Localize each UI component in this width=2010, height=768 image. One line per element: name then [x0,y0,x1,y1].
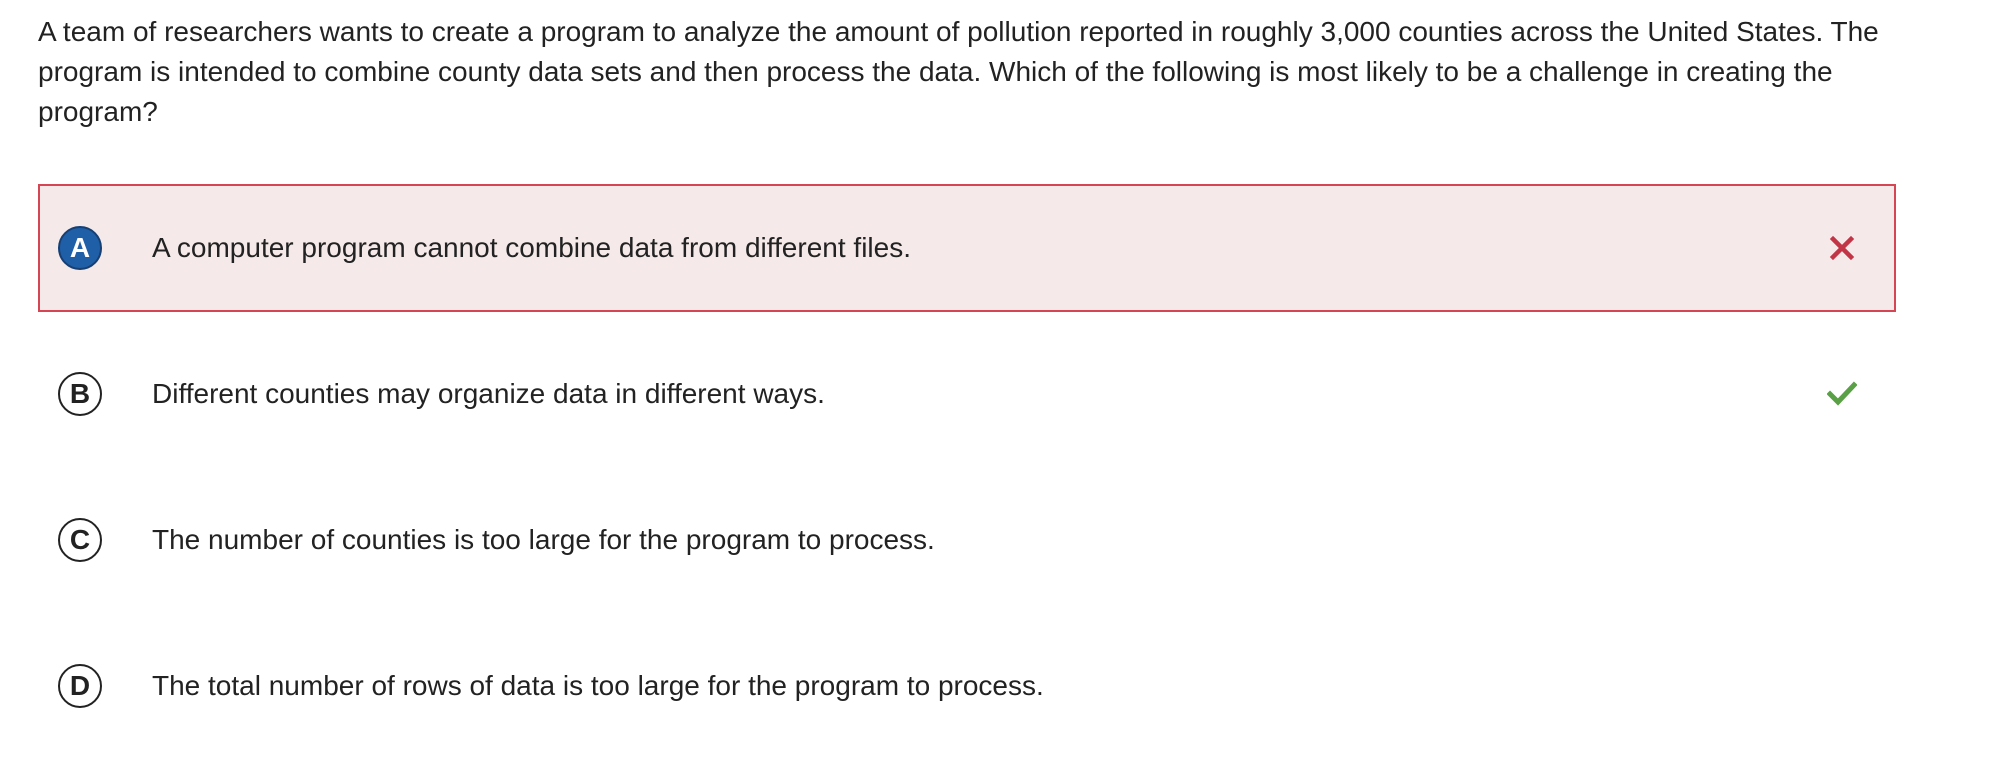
answer-choices: A A computer program cannot combine data… [38,184,1896,768]
choice-text-d: The total number of rows of data is too … [152,670,1044,701]
choice-d[interactable]: D The total number of rows of data is to… [38,622,1896,750]
x-icon [1826,232,1858,264]
choice-letter-d: D [58,664,102,708]
choice-letter-b: B [58,372,102,416]
choice-text-b: Different counties may organize data in … [152,378,825,409]
choice-text-a: A computer program cannot combine data f… [152,232,911,263]
choice-a[interactable]: A A computer program cannot combine data… [38,184,1896,312]
choice-c[interactable]: C The number of counties is too large fo… [38,476,1896,604]
check-icon [1826,378,1858,410]
choice-b[interactable]: B Different counties may organize data i… [38,330,1896,458]
question-text: A team of researchers wants to create a … [38,16,1879,127]
choice-letter-c: C [58,518,102,562]
choice-letter-a: A [58,226,102,270]
choice-text-c: The number of counties is too large for … [152,524,935,555]
